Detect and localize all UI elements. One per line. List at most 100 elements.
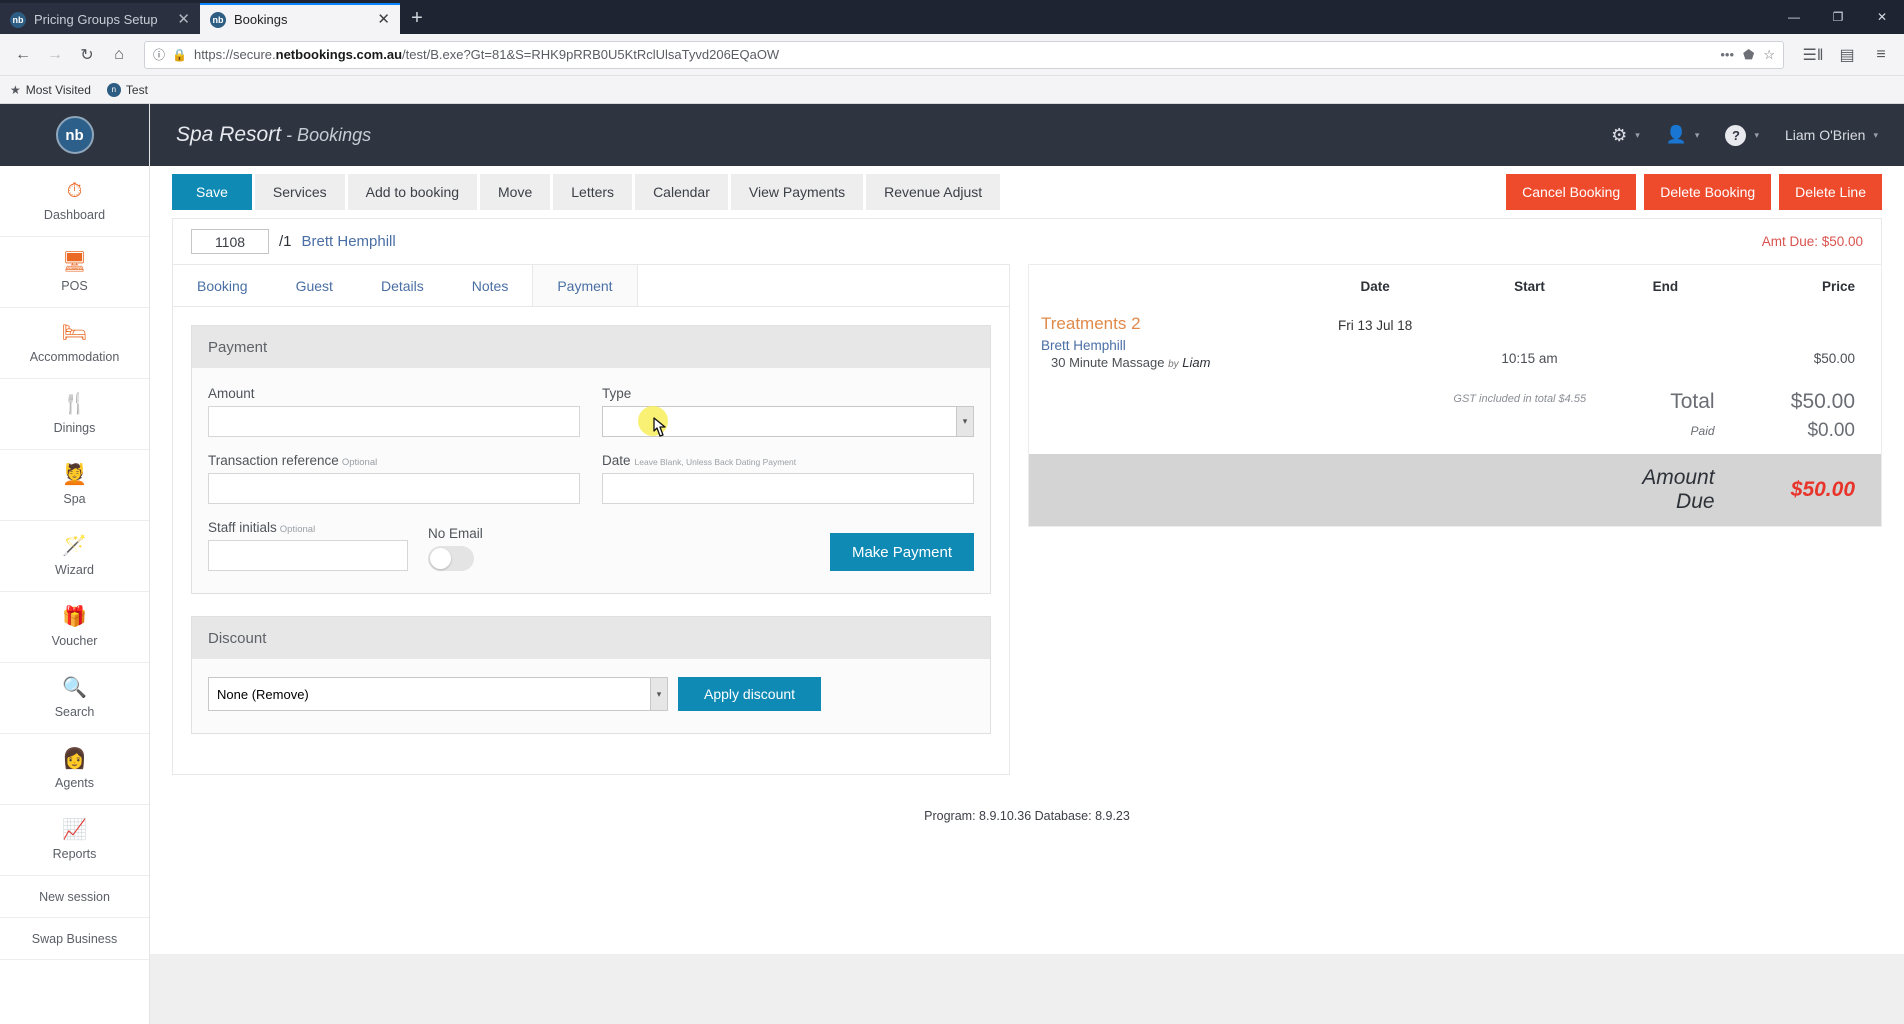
pocket-icon[interactable]: ⬟ (1743, 47, 1754, 63)
bookmark-star-icon[interactable]: ☆ (1763, 47, 1775, 63)
sidebar-item-dashboard[interactable]: ⏱ Dashboard (0, 166, 149, 237)
apply-discount-button[interactable]: Apply discount (678, 677, 822, 711)
transaction-reference-input[interactable] (208, 473, 580, 504)
delete-booking-button[interactable]: Delete Booking (1644, 174, 1772, 210)
table-row[interactable]: Brett Hemphill 30 Minute Massage by Liam… (1029, 336, 1881, 380)
move-button[interactable]: Move (480, 174, 551, 210)
minimize-icon[interactable]: — (1772, 0, 1816, 34)
make-payment-button[interactable]: Make Payment (829, 533, 974, 571)
payment-row-3: Staff initials Optional No Email Make Pa… (208, 520, 974, 571)
delete-line-button[interactable]: Delete Line (1779, 174, 1882, 210)
home-icon[interactable]: ⌂ (104, 40, 134, 70)
chevron-down-icon: ▾ (1873, 129, 1878, 140)
left-sidebar: nb ⏱ Dashboard 🖥 POS 🛏 Accommodation 🍴 D… (0, 104, 150, 1024)
url-prefix: https://secure. (193, 47, 276, 62)
page-title: Spa Resort - Bookings (176, 123, 371, 147)
tab-payment[interactable]: Payment (532, 265, 638, 306)
letters-button[interactable]: Letters (553, 174, 633, 210)
cancel-booking-button[interactable]: Cancel Booking (1506, 174, 1637, 210)
sidebar-item-swap-business[interactable]: Swap Business (0, 918, 149, 960)
settings-menu[interactable]: ⚙ ▾ (1611, 125, 1640, 146)
bookmark-most-visited[interactable]: ★ Most Visited (10, 83, 91, 97)
sidebar-toggle-icon[interactable]: ▤ (1832, 40, 1862, 70)
by-word: by (1168, 359, 1179, 370)
line-guest-link[interactable]: Brett Hemphill (1029, 336, 1295, 353)
sidebar-item-label: Wizard (55, 563, 94, 577)
chevron-down-icon[interactable]: ▾ (956, 407, 973, 436)
summary-group-row: Treatments 2 Fri 13 Jul 18 (1029, 306, 1881, 336)
payment-type-select[interactable] (602, 406, 974, 437)
staff-initials-input[interactable] (208, 540, 408, 571)
hamburger-menu-icon[interactable]: ≡ (1866, 40, 1896, 70)
chevron-down-icon[interactable]: ▾ (650, 678, 667, 710)
date-field-group: Date Leave Blank, Unless Back Dating Paym… (602, 453, 974, 504)
sidebar-item-agents[interactable]: 👩 Agents (0, 734, 149, 805)
sidebar-item-voucher[interactable]: 🎁 Voucher (0, 592, 149, 663)
page-actions-icon[interactable]: ••• (1720, 47, 1734, 62)
close-window-icon[interactable]: ✕ (1860, 0, 1904, 34)
view-payments-button[interactable]: View Payments (730, 174, 864, 210)
save-button[interactable]: Save (172, 174, 252, 210)
due-spacer-2 (1295, 454, 1604, 526)
tab-booking[interactable]: Booking (173, 265, 272, 306)
revenue-adjust-button[interactable]: Revenue Adjust (866, 174, 1001, 210)
tab-notes[interactable]: Notes (448, 265, 533, 306)
sidebar-item-accommodation[interactable]: 🛏 Accommodation (0, 308, 149, 379)
amount-input[interactable] (208, 406, 580, 437)
total-value: $50.00 (1790, 390, 1855, 413)
sidebar-item-spa[interactable]: 💆 Spa (0, 450, 149, 521)
sidebar-item-reports[interactable]: 📈 Reports (0, 805, 149, 876)
summary-table: Date Start End Price Treatments 2 Fri 13… (1029, 265, 1881, 526)
window-controls: — ❐ ✕ (1772, 0, 1904, 34)
toggle-knob (430, 548, 451, 569)
group-name[interactable]: Treatments 2 (1029, 306, 1295, 336)
close-icon[interactable]: ✕ (377, 12, 390, 27)
url-bar[interactable]: ⓘ 🔒 https://secure.netbookings.com.au/te… (144, 40, 1784, 69)
sidebar-item-wizard[interactable]: 🪄 Wizard (0, 521, 149, 592)
tab-details[interactable]: Details (357, 265, 448, 306)
bookmark-test[interactable]: n Test (106, 82, 148, 97)
urlbar-actions: ••• ⬟ ☆ (1720, 47, 1775, 63)
close-icon[interactable]: ✕ (177, 12, 190, 27)
library-icon[interactable]: ☰‖ (1798, 40, 1828, 70)
header-actions: ⚙ ▾ 👤 ▾ ? ▾ Liam O'Brien ▾ (1611, 124, 1878, 146)
sidebar-item-search[interactable]: 🔍 Search (0, 663, 149, 734)
staff-initials-label: Staff initials Optional (208, 520, 408, 535)
tab-guest[interactable]: Guest (272, 265, 357, 306)
favicon-icon: nb (210, 11, 226, 28)
booking-tabs: Booking Guest Details Notes Payment (173, 265, 1009, 307)
booking-number-input[interactable] (191, 229, 269, 254)
browser-tab-pricing-groups-setup[interactable]: nb Pricing Groups Setup ✕ (0, 3, 200, 34)
toolbar-primary-actions: Save Services Add to booking Move Letter… (172, 174, 1001, 210)
new-tab-button[interactable]: + (400, 3, 434, 34)
services-button[interactable]: Services (254, 174, 345, 210)
date-hint: Leave Blank, Unless Back Dating Payment (634, 457, 797, 467)
browser-tab-bookings[interactable]: nb Bookings ✕ (200, 3, 400, 34)
back-icon[interactable]: ← (8, 40, 38, 70)
reload-icon[interactable]: ↻ (72, 40, 102, 70)
page-body: Save Services Add to booking Move Letter… (150, 166, 1904, 1024)
star-icon: ★ (10, 82, 21, 97)
sidebar-item-dinings[interactable]: 🍴 Dinings (0, 379, 149, 450)
payment-panel-title: Payment (192, 326, 990, 368)
sidebar-item-new-session[interactable]: New session (0, 876, 149, 918)
group-price-empty (1727, 306, 1881, 336)
forward-icon[interactable]: → (40, 40, 70, 70)
massage-icon: 💆 (62, 464, 87, 486)
url-input[interactable]: https://secure.netbookings.com.au/test/B… (194, 47, 1713, 62)
booking-guest-link[interactable]: Brett Hemphill (302, 233, 396, 250)
sidebar-logo[interactable]: nb (0, 104, 149, 166)
staff-initials-label-text: Staff initials (208, 520, 277, 535)
page-info-icon[interactable]: ⓘ (153, 46, 165, 63)
account-menu[interactable]: Liam O'Brien ▾ (1785, 127, 1878, 143)
sidebar-item-label: POS (61, 279, 88, 293)
maximize-icon[interactable]: ❐ (1816, 0, 1860, 34)
date-input[interactable] (602, 473, 974, 504)
help-menu[interactable]: ? ▾ (1725, 124, 1759, 146)
discount-select[interactable] (208, 677, 668, 711)
calendar-button[interactable]: Calendar (635, 174, 728, 210)
sidebar-item-pos[interactable]: 🖥 POS (0, 237, 149, 308)
no-email-toggle[interactable] (428, 546, 474, 571)
add-to-booking-button[interactable]: Add to booking (347, 174, 478, 210)
user-switch-menu[interactable]: 👤 ▾ (1666, 125, 1700, 145)
